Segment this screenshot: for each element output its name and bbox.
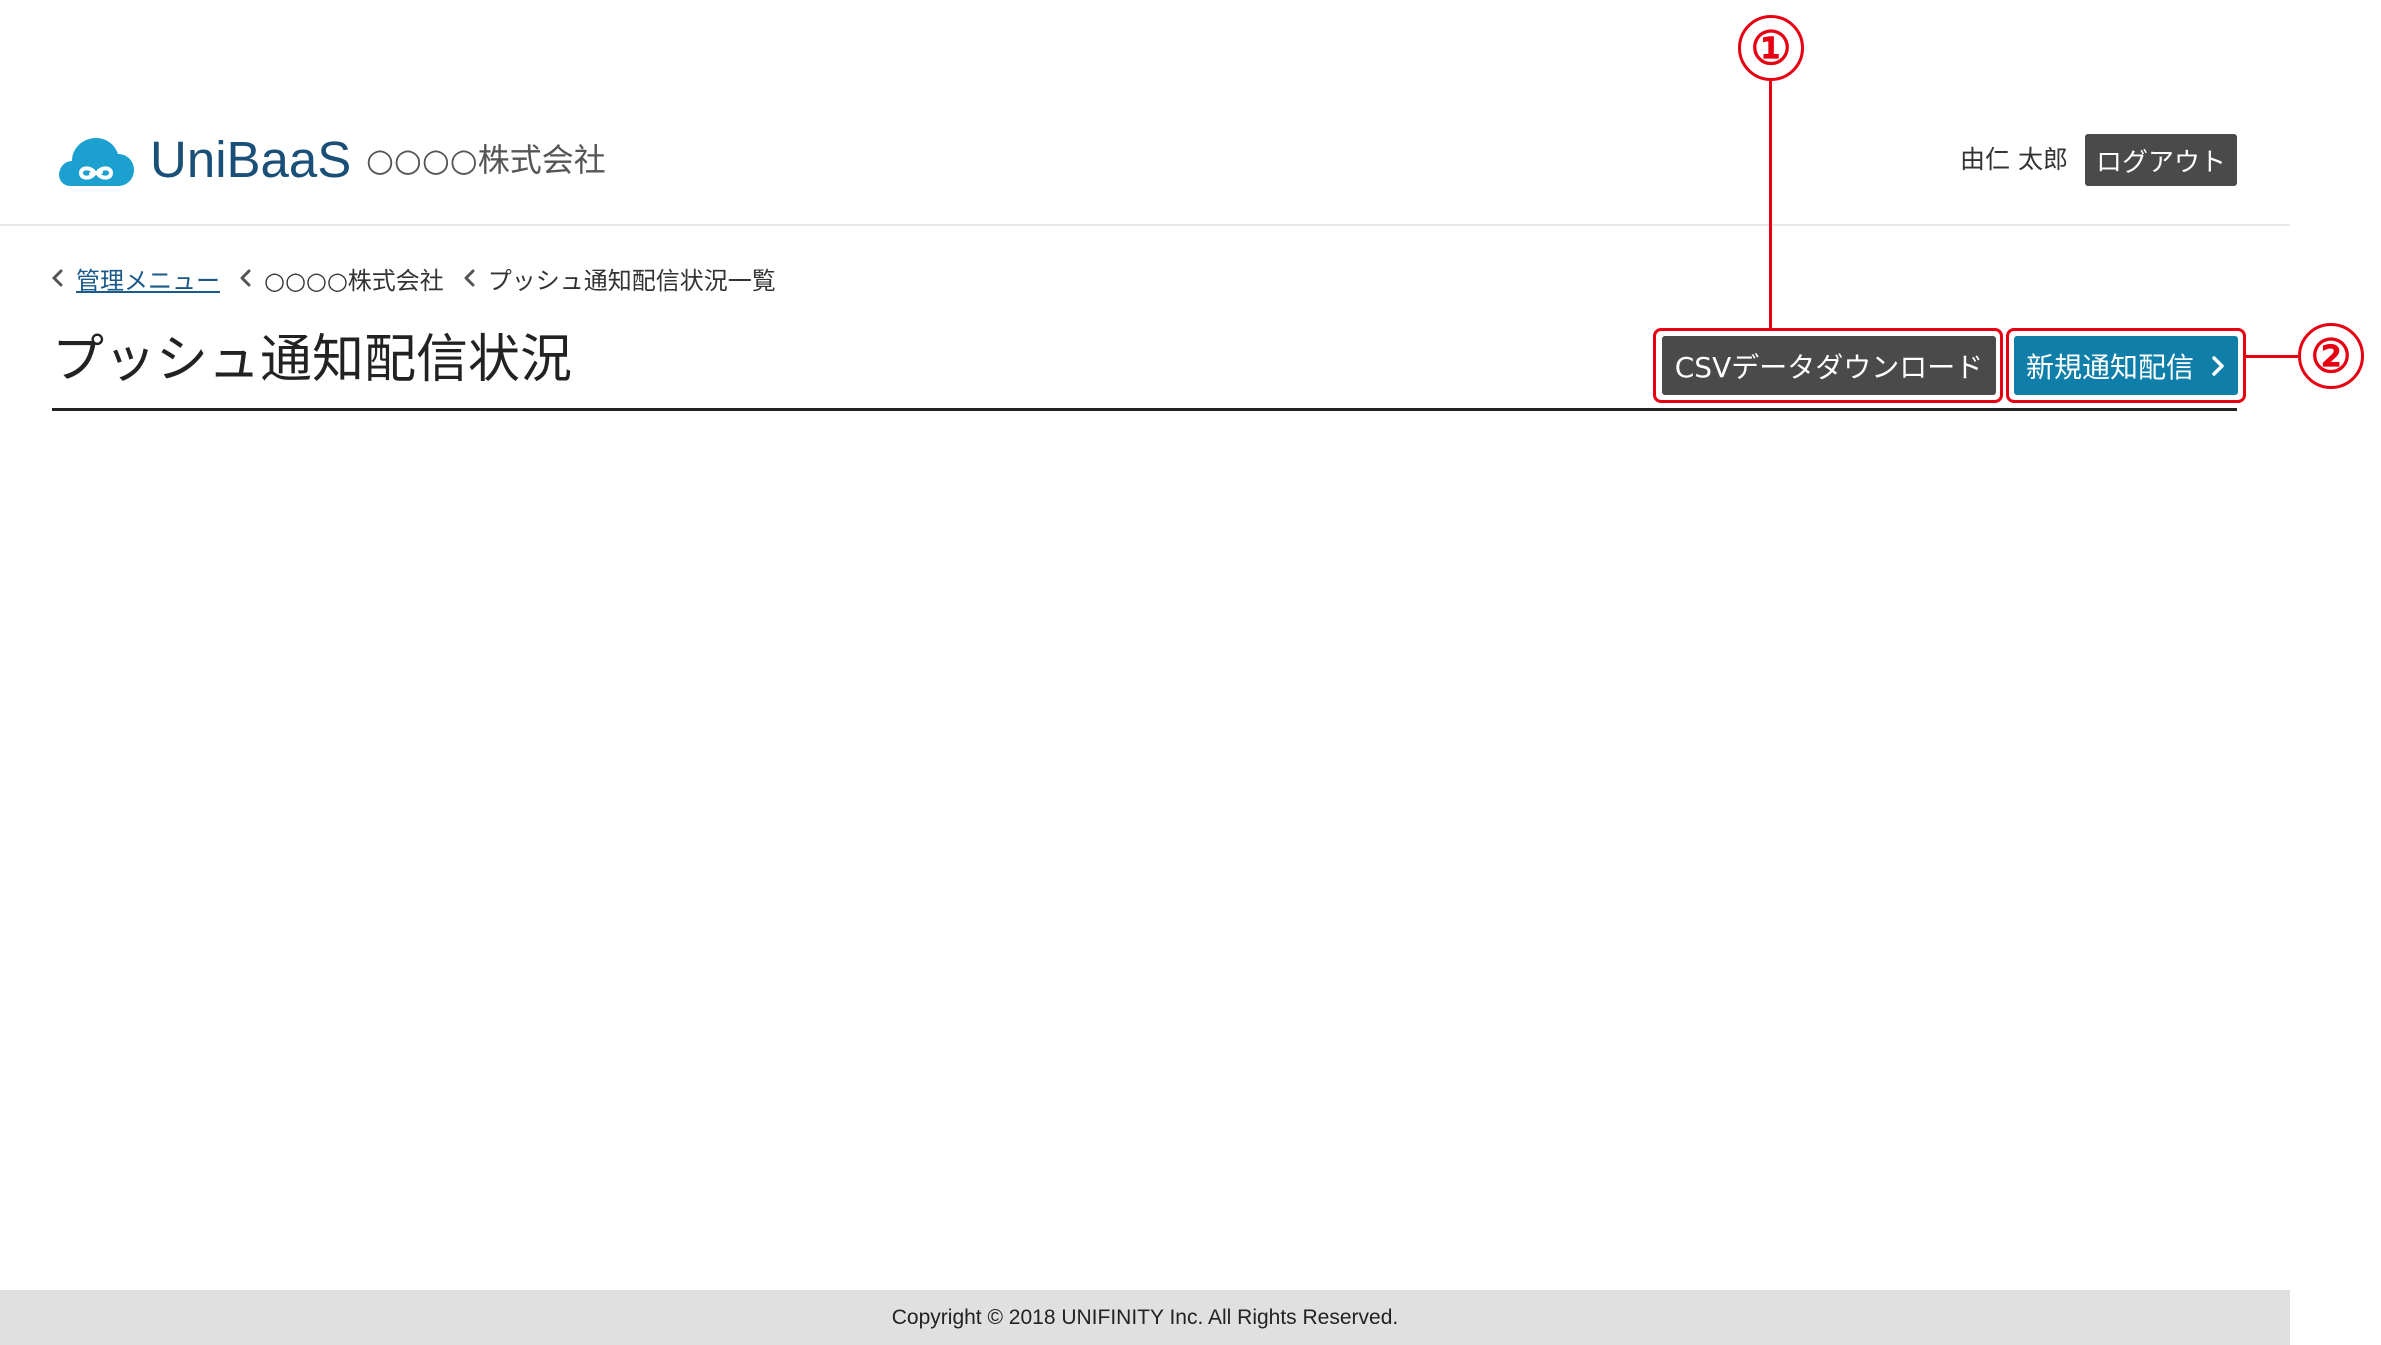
callout-number-2: ② (2298, 323, 2364, 389)
copyright-text: Copyright © 2018 UNIFINITY Inc. All Righ… (891, 1305, 1399, 1329)
csv-download-button[interactable]: CSVデータダウンロード (1662, 336, 1996, 395)
new-notification-label: 新規通知配信 (2025, 350, 2194, 384)
page-title: プッシュ通知配信状況 (52, 330, 573, 390)
breadcrumb-item-admin-menu[interactable]: 管理メニュー (50, 261, 220, 296)
chevron-left-icon (240, 269, 251, 287)
chevron-left-icon (464, 269, 475, 287)
breadcrumb-item-current: プッシュ通知配信状況一覧 (462, 261, 776, 296)
footer: Copyright © 2018 UNIFINITY Inc. All Righ… (0, 1290, 2290, 1345)
company-name: ○○○○株式会社 (366, 141, 606, 179)
header-divider (0, 224, 2290, 226)
breadcrumb-link[interactable]: 管理メニュー (76, 261, 220, 296)
user-name: 由仁 太郎 (1960, 145, 2068, 174)
logout-button[interactable]: ログアウト (2085, 134, 2237, 186)
breadcrumb-label: ○○○○株式会社 (264, 266, 444, 295)
callout-connector (1769, 81, 1772, 329)
chevron-left-icon (52, 269, 63, 287)
brand-name: UniBaaS (150, 131, 352, 188)
breadcrumb-label: プッシュ通知配信状況一覧 (487, 266, 776, 295)
title-underline (52, 408, 2237, 411)
breadcrumb: 管理メニュー ○○○○株式会社 プッシュ通知配信状況一覧 (50, 258, 784, 298)
breadcrumb-item-company: ○○○○株式会社 (238, 261, 444, 296)
chevron-right-icon (2212, 355, 2224, 376)
callout-connector (2246, 355, 2298, 358)
callout-number-1: ① (1738, 15, 1804, 81)
cloud-link-icon (59, 138, 134, 186)
new-notification-button[interactable]: 新規通知配信 (2014, 336, 2238, 395)
